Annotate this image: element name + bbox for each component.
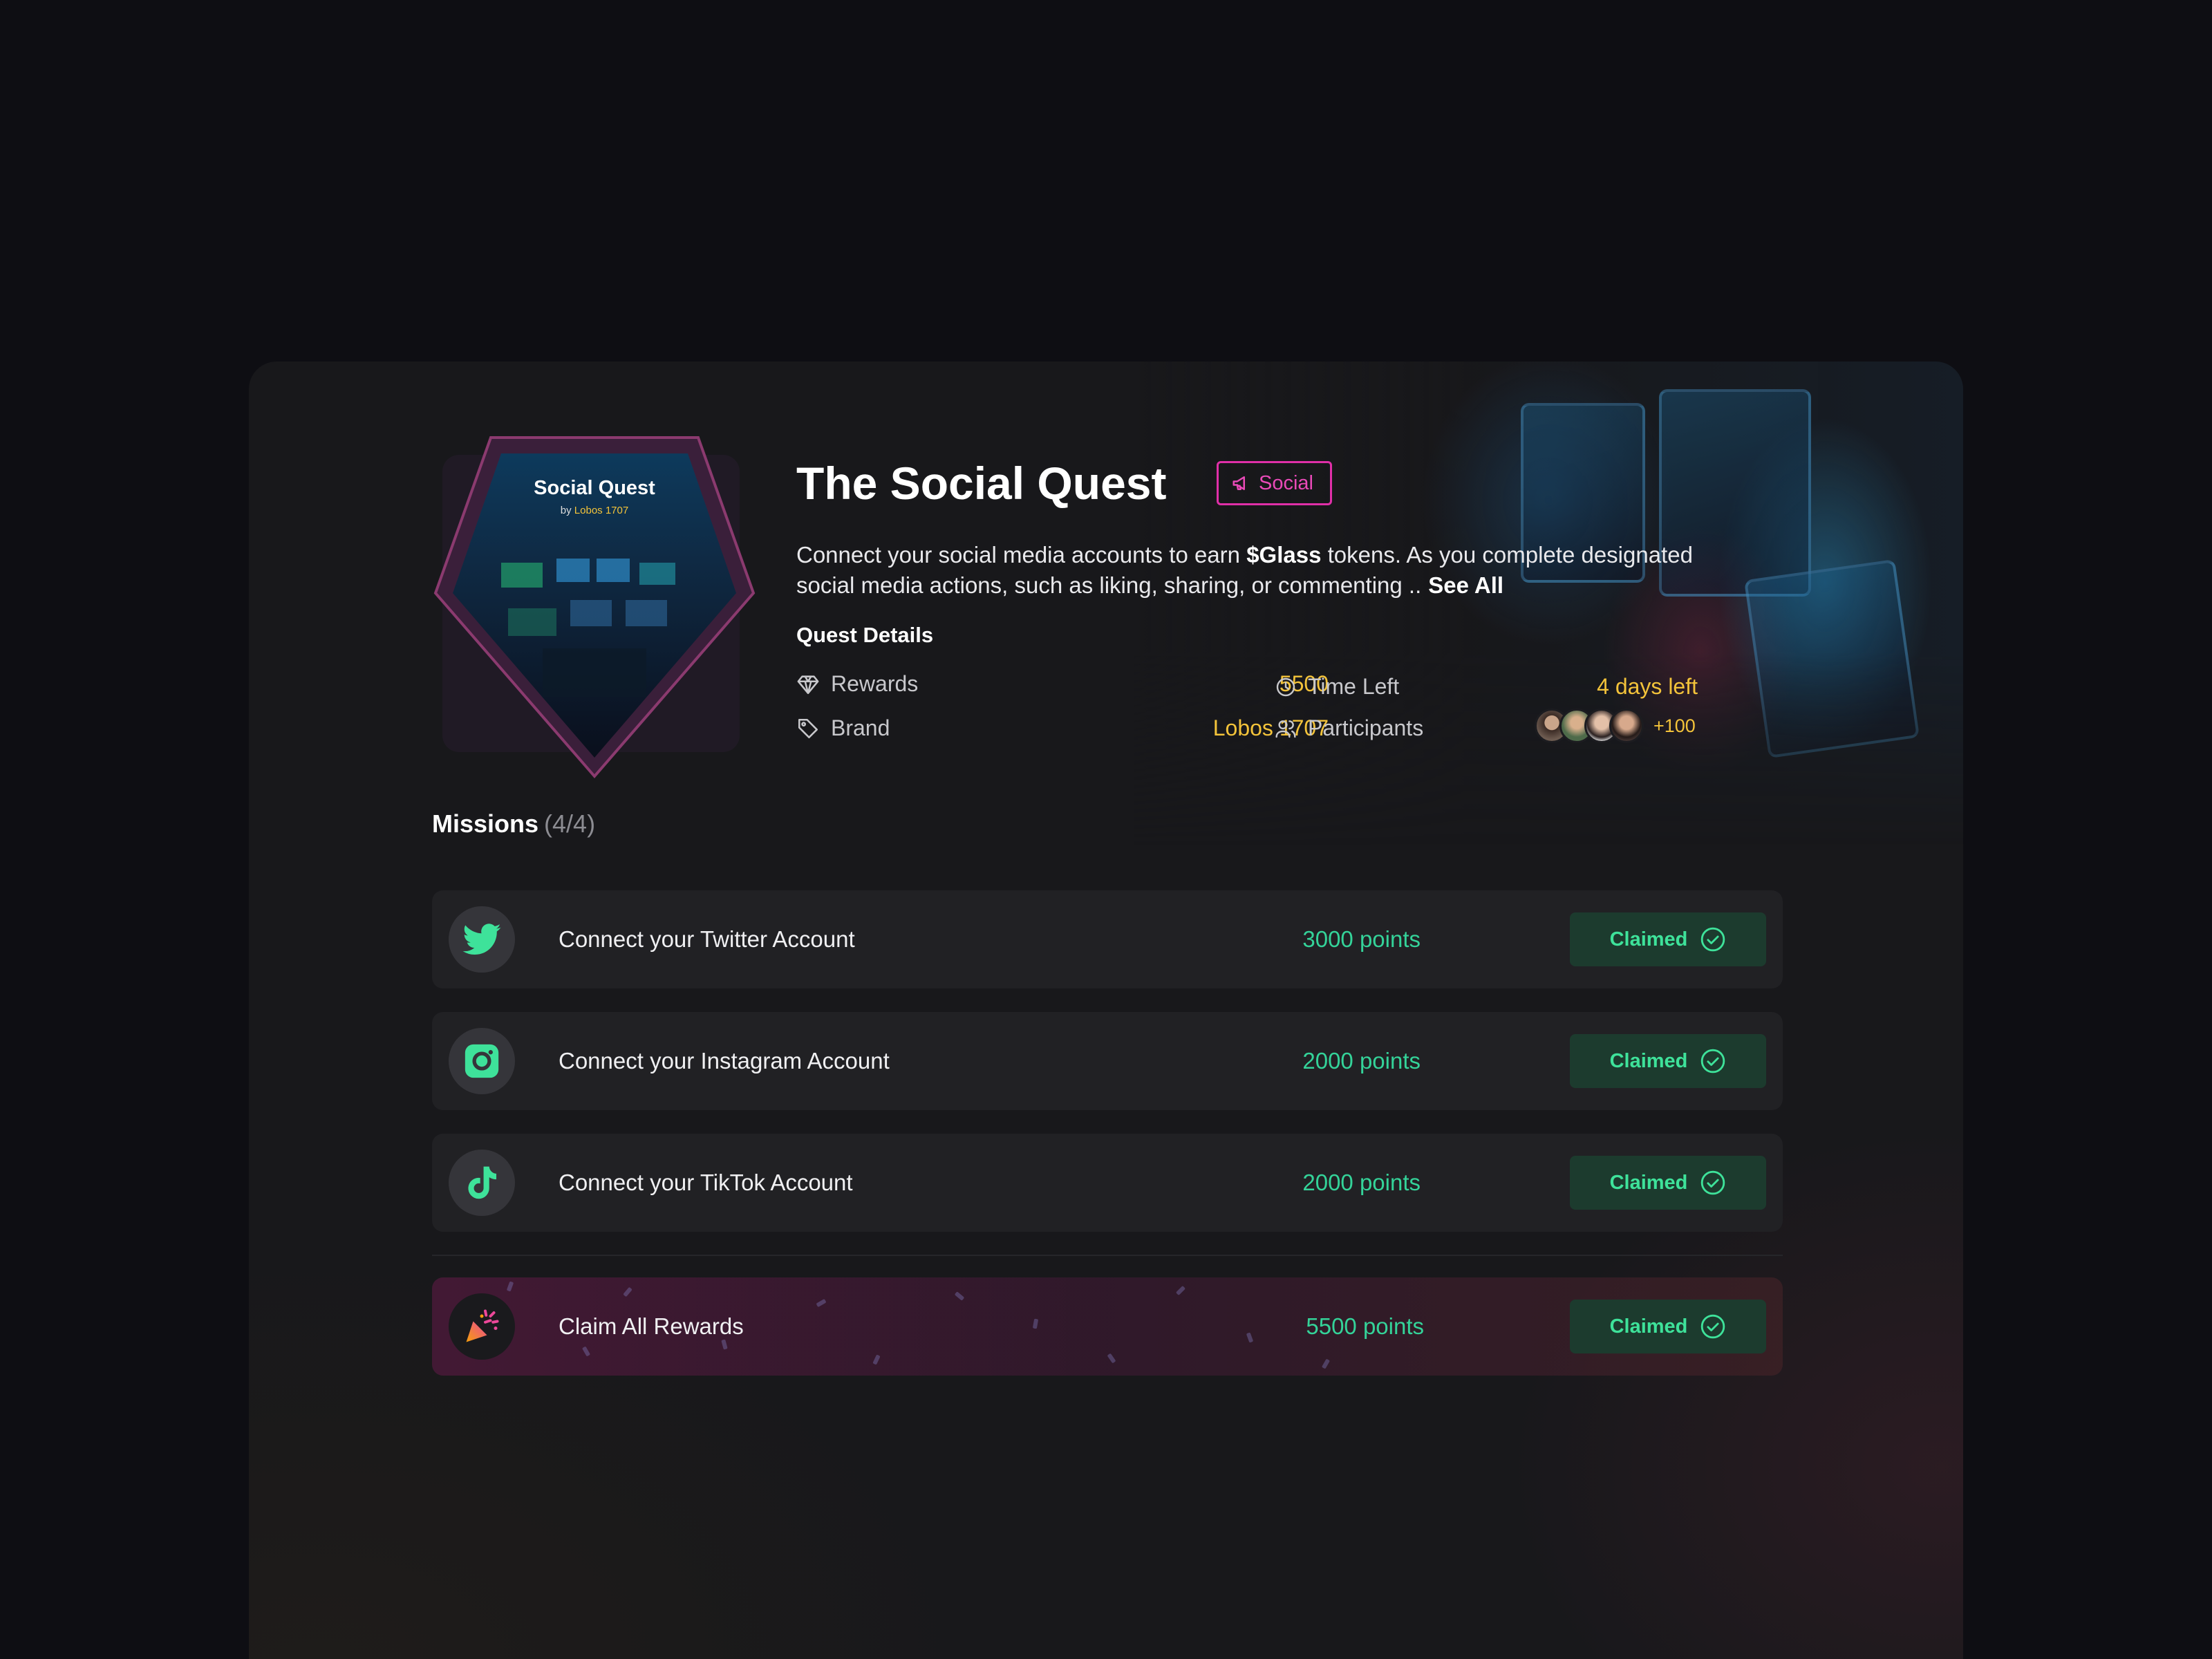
claimed-button-label: Claimed	[1609, 1049, 1688, 1072]
check-circle-icon	[1701, 927, 1725, 952]
claimed-button[interactable]: Claimed	[1570, 1300, 1766, 1353]
instagram-icon	[449, 1028, 515, 1094]
tiktok-icon	[449, 1150, 515, 1216]
diamond-icon	[797, 675, 819, 694]
check-circle-icon	[1701, 1049, 1725, 1074]
mission-label: Connect your TikTok Account	[559, 1170, 853, 1195]
see-all-link[interactable]: See All	[1428, 572, 1503, 598]
rewards-label: Rewards	[831, 671, 919, 696]
claimed-button[interactable]: Claimed	[1570, 912, 1766, 966]
mission-row-twitter: Connect your Twitter Account 3000 points…	[432, 890, 1783, 988]
time-left-row: Time Left	[1275, 674, 1399, 700]
check-circle-icon	[1701, 1314, 1725, 1339]
twitter-icon	[449, 906, 515, 973]
quest-description: Connect your social media accounts to ea…	[796, 542, 1693, 598]
participants-more-count: +100	[1653, 715, 1696, 736]
claimed-button[interactable]: Claimed	[1570, 1034, 1766, 1088]
participants-label: Participants	[1308, 715, 1424, 740]
megaphone-icon	[1232, 476, 1245, 490]
missions-heading: Missions (4/4)	[432, 809, 596, 838]
mission-label: Connect your Twitter Account	[559, 926, 855, 952]
hero-background	[1134, 362, 1963, 845]
badge-title: Social Quest	[534, 477, 655, 499]
category-tag-label: Social	[1259, 471, 1313, 494]
mission-label: Connect your Instagram Account	[559, 1048, 890, 1074]
clock-icon	[1276, 677, 1295, 696]
brand-row: Brand	[796, 715, 890, 741]
check-circle-icon	[1701, 1170, 1725, 1195]
time-left-label: Time Left	[1308, 674, 1400, 699]
tag-icon	[798, 718, 818, 738]
mission-label: Claim All Rewards	[559, 1313, 744, 1339]
badge-subtitle: by Lobos 1707	[560, 505, 629, 516]
users-icon	[1275, 720, 1296, 738]
category-tag[interactable]: Social	[1217, 461, 1332, 505]
mission-row-instagram: Connect your Instagram Account 2000 poin…	[432, 1012, 1783, 1110]
time-left-value: 4 days left	[1597, 674, 1698, 699]
claimed-button-label: Claimed	[1609, 1315, 1688, 1338]
participants-row: Participants	[1275, 715, 1423, 741]
claimed-button-label: Claimed	[1609, 928, 1688, 950]
mission-points: 5500 points	[1306, 1313, 1424, 1339]
quest-details-heading: Quest Details	[796, 623, 934, 647]
missions-count: (4/4)	[544, 809, 596, 838]
mission-points: 2000 points	[1302, 1170, 1421, 1195]
party-popper-icon	[449, 1293, 515, 1360]
quest-badge: Social Quest by Lobos 1707	[432, 427, 757, 780]
mission-row-claim-all: Claim All Rewards 5500 points Claimed	[432, 1277, 1783, 1376]
mission-points: 3000 points	[1302, 926, 1421, 952]
mission-points: 2000 points	[1302, 1048, 1421, 1074]
avatar	[1609, 709, 1644, 743]
quest-title: The Social Quest	[796, 458, 1167, 509]
missions-divider	[432, 1255, 1783, 1256]
quest-card: Social Quest by Lobos 1707 The Social Qu…	[249, 362, 1963, 1659]
claimed-button-label: Claimed	[1609, 1171, 1688, 1194]
participant-avatars[interactable]: +100	[1535, 709, 1696, 743]
rewards-row: Rewards	[796, 671, 918, 697]
claimed-button[interactable]: Claimed	[1570, 1156, 1766, 1210]
brand-label: Brand	[831, 715, 890, 740]
mission-row-tiktok: Connect your TikTok Account 2000 points …	[432, 1134, 1783, 1232]
